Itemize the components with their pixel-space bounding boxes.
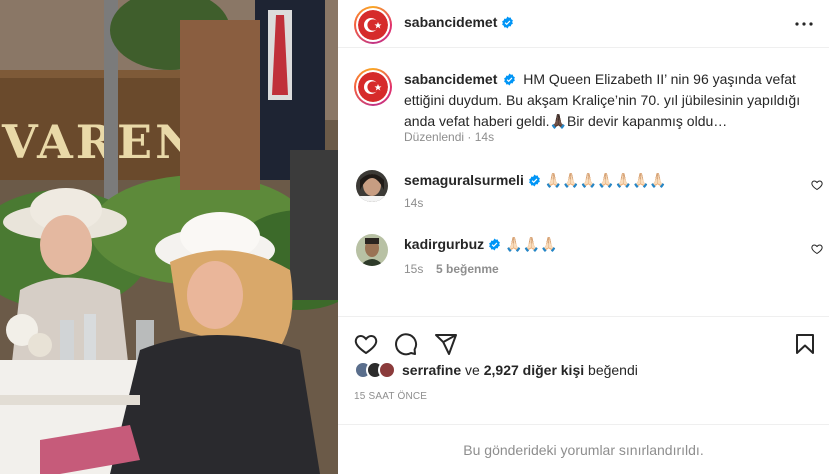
first-liker[interactable]: serrafine [402,362,461,378]
caption-meta: Düzenlendi · 14s [404,130,494,144]
share-icon[interactable] [434,332,458,356]
more-icon [795,22,813,26]
verified-icon [489,238,500,251]
post-header: sabancidemet [338,0,829,48]
heart-icon[interactable] [354,332,378,356]
caption-avatar-ring[interactable] [354,68,392,106]
comment-time[interactable]: 14s [404,196,423,210]
caption-time[interactable]: 14s [475,130,494,144]
post-modal: VAREN sabancidemet sabancidemet HM Queen… [0,0,829,474]
author-username[interactable]: sabancidemet [404,14,497,30]
comment-likes-count[interactable]: 5 beğenme [436,262,499,276]
comment-username[interactable]: kadirgurbuz [404,236,484,252]
liker-avatar[interactable] [378,361,396,379]
post-caption: sabancidemet HM Queen Elizabeth II’ nin … [404,69,804,132]
liked-by-text: serrafine ve 2,927 diğer kişi beğendi [402,362,638,378]
verified-icon [502,16,514,29]
comment-line: semaguralsurmeli 🙏🏻🙏🏻🙏🏻🙏🏻🙏🏻🙏🏻🙏🏻 [404,172,667,189]
post-details-panel: sabancidemet sabancidemet HM Queen Eliza… [338,0,829,474]
verified-icon [528,174,540,187]
comment-text: 🙏🏻🙏🏻🙏🏻 [505,236,558,252]
liked-connector: ve [465,362,480,378]
commenter-avatar[interactable] [356,170,388,202]
more-options-button[interactable] [792,12,816,36]
verified-icon [504,73,516,86]
author-avatar [358,10,388,40]
post-actions [338,316,829,356]
comment-icon[interactable] [394,332,418,356]
comment-like-heart-icon[interactable] [811,179,823,191]
caption-avatar [358,72,388,102]
commenter-avatar[interactable] [356,234,388,266]
liked-suffix: beğendi [588,362,638,378]
other-likers-count[interactable]: 2,927 diğer kişi [484,362,584,378]
comment-line: kadirgurbuz 🙏🏻🙏🏻🙏🏻 [404,236,557,253]
edited-label: Düzenlendi [404,130,465,144]
meta-separator: · [467,130,472,144]
comment-time[interactable]: 15s [404,262,423,276]
post-photo[interactable]: VAREN [0,0,338,474]
comments-restricted-notice: Bu gönderideki yorumlar sınırlandırıldı. [338,424,829,474]
comment-like-heart-icon[interactable] [811,243,823,255]
author-avatar-ring[interactable] [354,6,392,44]
bookmark-icon[interactable] [793,332,817,356]
liked-by-row: serrafine ve 2,927 diğer kişi beğendi [354,360,638,380]
post-photo-illustration: VAREN [0,0,338,474]
comment-text: 🙏🏻🙏🏻🙏🏻🙏🏻🙏🏻🙏🏻🙏🏻 [544,172,667,188]
post-time-ago[interactable]: 15 SAAT ÖNCE [354,391,427,402]
svg-text:VAREN: VAREN [1,115,200,169]
author-name-row[interactable]: sabancidemet [404,14,514,32]
caption-username[interactable]: sabancidemet [404,71,497,87]
comment-username[interactable]: semaguralsurmeli [404,172,524,188]
